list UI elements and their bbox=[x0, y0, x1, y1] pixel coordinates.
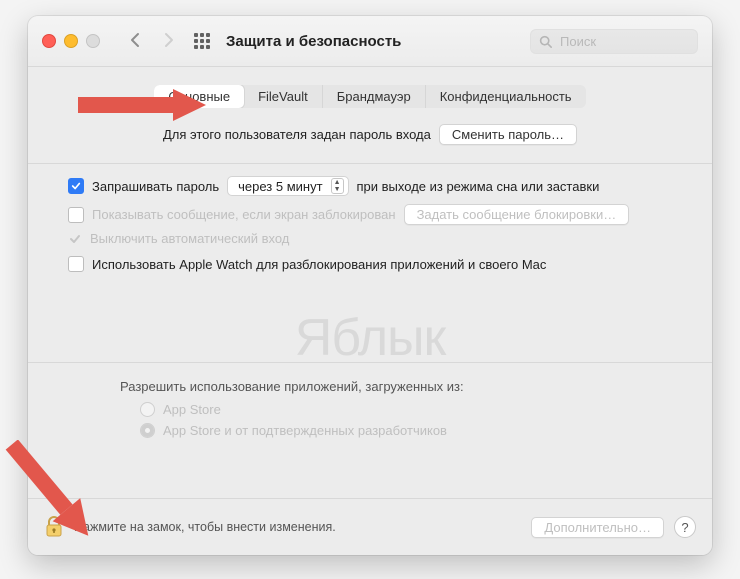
preferences-window: Защита и безопасность ОсновныеFileVaultБ… bbox=[28, 16, 712, 555]
password-delay-select[interactable]: через 5 минут ▲▼ bbox=[227, 176, 348, 196]
titlebar: Защита и безопасность bbox=[28, 16, 712, 67]
zoom-button bbox=[86, 34, 100, 48]
window-title: Защита и безопасность bbox=[226, 33, 401, 50]
disable-autologin-row: Выключить автоматический вход bbox=[50, 231, 690, 246]
content-area: Для этого пользователя задан пароль вход… bbox=[28, 118, 712, 498]
require-password-row: Запрашивать пароль через 5 минут ▲▼ при … bbox=[50, 176, 690, 196]
search-input[interactable] bbox=[558, 33, 689, 50]
set-lock-message-button: Задать сообщение блокировки… bbox=[404, 204, 630, 225]
footer: Нажмите на замок, чтобы внести изменения… bbox=[28, 498, 712, 555]
watermark-text: Яблык bbox=[28, 308, 712, 368]
tab-2[interactable]: Брандмауэр bbox=[323, 85, 426, 108]
search-field[interactable] bbox=[530, 29, 698, 54]
require-password-checkbox[interactable] bbox=[68, 178, 84, 194]
close-button[interactable] bbox=[42, 34, 56, 48]
require-password-label-after: при выходе из режима сна или заставки bbox=[357, 179, 600, 194]
lock-hint-text: Нажмите на замок, чтобы внести изменения… bbox=[74, 520, 336, 534]
apple-watch-label: Использовать Apple Watch для разблокиров… bbox=[92, 257, 546, 272]
nav-group bbox=[126, 30, 210, 53]
show-message-checkbox bbox=[68, 207, 84, 223]
minimize-button[interactable] bbox=[64, 34, 78, 48]
show-message-label: Показывать сообщение, если экран заблоки… bbox=[92, 207, 396, 222]
allow-apps-heading: Разрешить использование приложений, загр… bbox=[120, 379, 690, 394]
tab-3[interactable]: Конфиденциальность bbox=[426, 85, 586, 108]
chevron-right-icon bbox=[164, 32, 174, 48]
allow-apps-option-1-label: App Store и от подтвержденных разработчи… bbox=[163, 423, 447, 438]
advanced-button[interactable]: Дополнительно… bbox=[531, 517, 664, 538]
change-password-button[interactable]: Сменить пароль… bbox=[439, 124, 577, 145]
show-message-row: Показывать сообщение, если экран заблоки… bbox=[50, 204, 690, 225]
allow-apps-option-1: App Store и от подтвержденных разработчи… bbox=[120, 423, 690, 438]
lock-button[interactable] bbox=[44, 515, 64, 539]
disable-autologin-label: Выключить автоматический вход bbox=[90, 231, 289, 246]
radio-app-store-and-identified bbox=[140, 423, 155, 438]
back-button[interactable] bbox=[126, 30, 144, 53]
grid-icon bbox=[194, 33, 210, 49]
window-controls bbox=[42, 34, 100, 48]
apple-watch-checkbox[interactable] bbox=[68, 256, 84, 272]
password-delay-value: через 5 минут bbox=[238, 179, 322, 194]
allow-apps-section: Разрешить использование приложений, загр… bbox=[50, 375, 690, 438]
tab-1[interactable]: FileVault bbox=[244, 85, 323, 108]
help-button[interactable]: ? bbox=[674, 516, 696, 538]
apple-watch-row: Использовать Apple Watch для разблокиров… bbox=[50, 256, 690, 272]
search-icon bbox=[539, 35, 552, 48]
radio-app-store bbox=[140, 402, 155, 417]
require-password-label-before: Запрашивать пароль bbox=[92, 179, 219, 194]
lock-icon bbox=[44, 515, 64, 539]
divider bbox=[28, 362, 712, 363]
tab-bar: ОсновныеFileVaultБрандмауэрКонфиденциаль… bbox=[28, 67, 712, 118]
chevron-left-icon bbox=[130, 32, 140, 48]
tab-0[interactable]: Основные bbox=[154, 85, 245, 108]
stepper-icon: ▲▼ bbox=[331, 178, 344, 194]
divider bbox=[28, 163, 712, 164]
allow-apps-option-0-label: App Store bbox=[163, 402, 221, 417]
disable-autologin-checkbox bbox=[68, 232, 82, 246]
allow-apps-option-0: App Store bbox=[120, 402, 690, 417]
check-icon bbox=[69, 233, 81, 245]
show-all-button[interactable] bbox=[194, 33, 210, 49]
login-password-row: Для этого пользователя задан пароль вход… bbox=[50, 118, 690, 151]
forward-button bbox=[160, 30, 178, 53]
login-password-text: Для этого пользователя задан пароль вход… bbox=[163, 127, 431, 142]
check-icon bbox=[71, 181, 81, 191]
